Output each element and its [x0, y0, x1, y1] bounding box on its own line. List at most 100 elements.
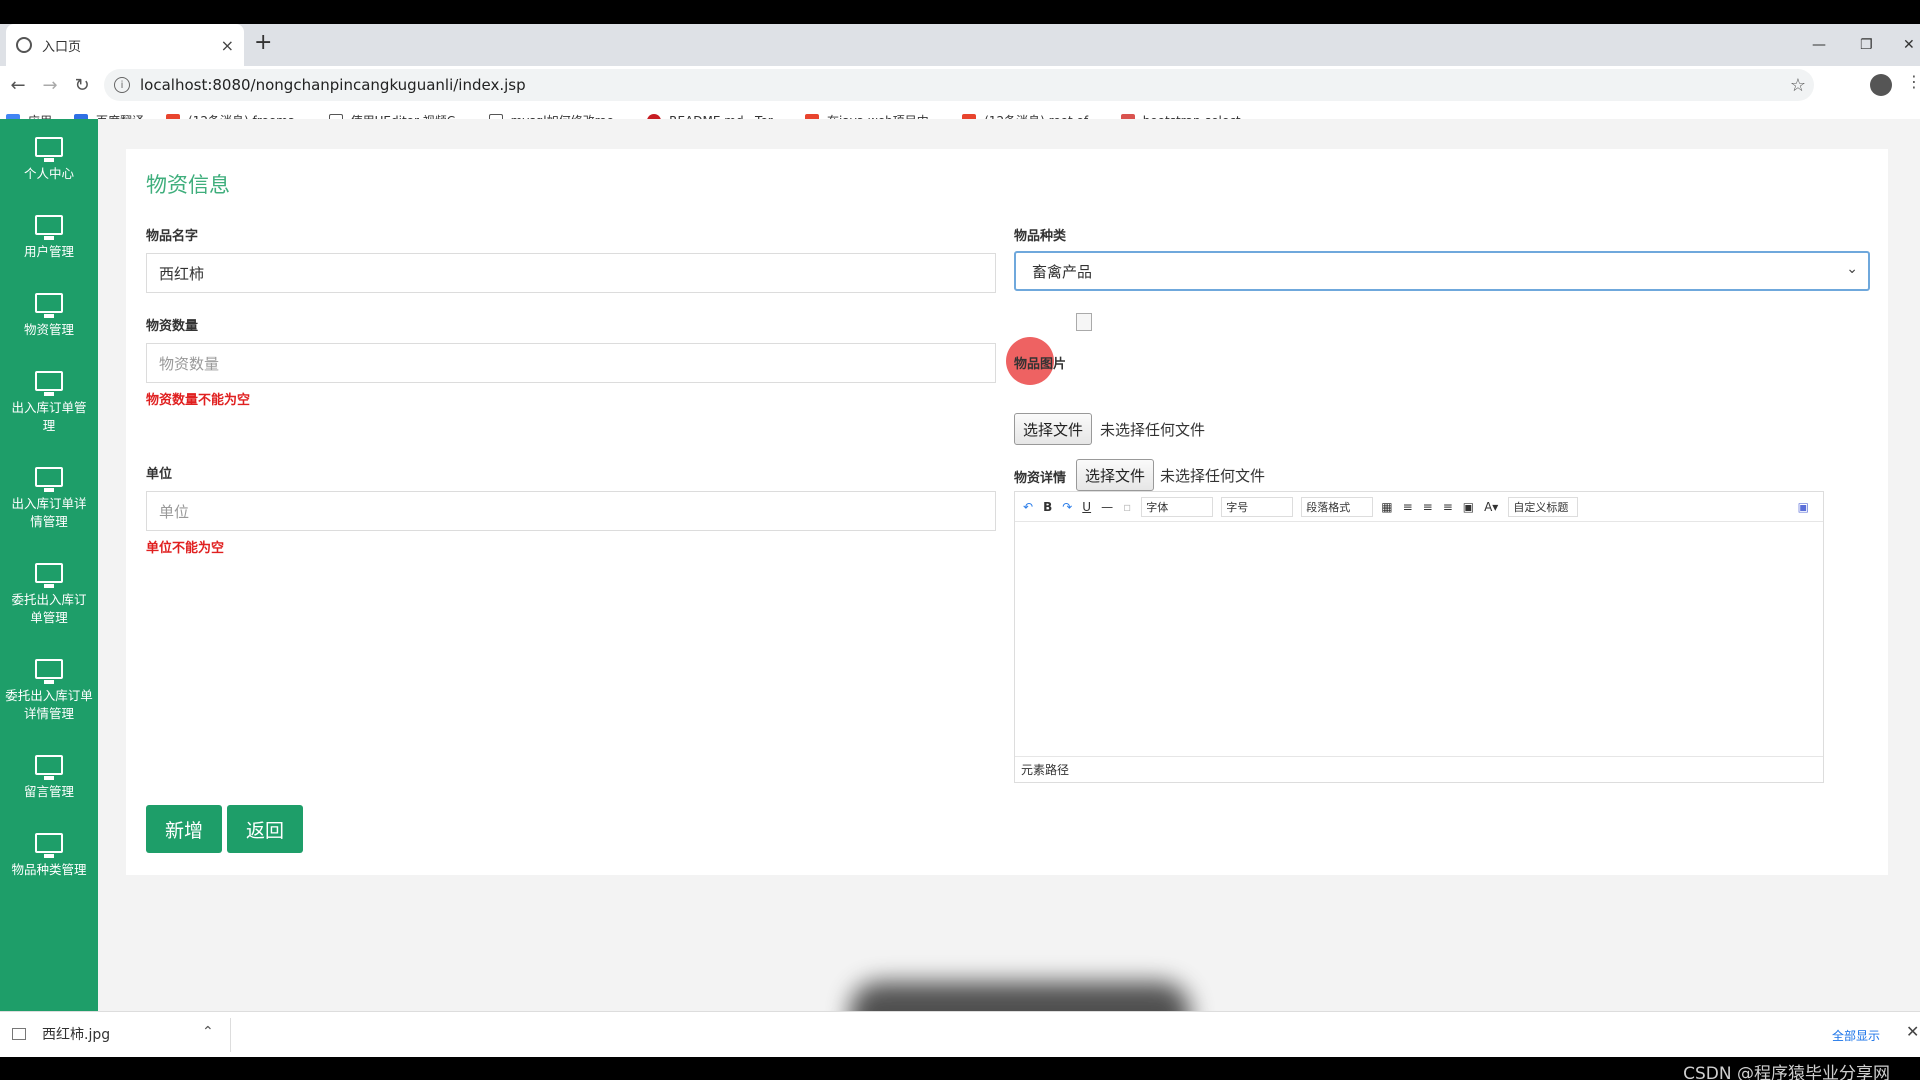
forward-arrow-icon[interactable]: → — [36, 75, 64, 96]
minimize-icon[interactable]: — — [1812, 24, 1826, 66]
image-file-button[interactable]: 选择文件 — [1014, 413, 1093, 445]
form-panel: 物资信息 物品名字 西红柿 物资数量 物资数量 物资数量不能为空 单位 单位 单… — [126, 149, 1888, 875]
globe-icon — [16, 37, 32, 53]
bookmark-star-icon[interactable]: ☆ — [1790, 75, 1806, 96]
download-file-name: 西红柿.jpg — [42, 1027, 111, 1043]
close-tab-icon[interactable]: × — [221, 36, 234, 55]
monitor-icon — [35, 293, 63, 318]
app-area: 个人中心 用户管理 物资管理 出入库订单管理 出入库订单详情管理 委托出入库订单… — [0, 119, 1920, 1011]
table-icon[interactable]: ▦ — [1381, 500, 1392, 514]
name-input[interactable]: 西红柿 — [146, 253, 996, 293]
sidebar-item-categories[interactable]: 物品种类管理 — [0, 833, 98, 879]
monitor-icon — [35, 755, 63, 780]
back-button[interactable]: 返回 — [227, 805, 303, 853]
sidebar: 个人中心 用户管理 物资管理 出入库订单管理 出入库订单详情管理 委托出入库订单… — [0, 119, 98, 1011]
sidebar-item-entrusted-orders[interactable]: 委托出入库订单管理 — [0, 563, 98, 627]
sidebar-item-label: 留言管理 — [23, 784, 74, 799]
monitor-icon — [35, 137, 63, 162]
chevron-down-icon: ⌄ — [1846, 261, 1858, 277]
font-family-select[interactable]: 字体 — [1141, 496, 1214, 517]
sidebar-item-material-management[interactable]: 物资管理 — [0, 293, 98, 339]
sidebar-item-personal-center[interactable]: 个人中心 — [0, 137, 98, 183]
show-all-downloads-link[interactable]: 全部显示 — [1832, 1027, 1880, 1044]
align-right-icon[interactable]: ≡ — [1423, 500, 1433, 514]
sidebar-item-label: 物品种类管理 — [11, 862, 87, 877]
sidebar-item-label: 用户管理 — [23, 244, 74, 259]
browser-tab[interactable]: 入口页 × — [6, 24, 244, 66]
align-left-icon[interactable]: ≡ — [1403, 500, 1413, 514]
sidebar-item-label: 委托出入库订单详情管理 — [5, 688, 93, 721]
restore-icon[interactable]: ❐ — [1860, 24, 1873, 66]
close-window-icon[interactable]: ✕ — [1903, 24, 1915, 66]
sidebar-item-label: 出入库订单管理 — [11, 400, 87, 433]
sidebar-item-label: 个人中心 — [23, 166, 74, 181]
category-select[interactable]: 畜禽产品 ⌄ — [1014, 251, 1870, 291]
unit-label: 单位 — [146, 467, 173, 482]
sidebar-item-label: 委托出入库订单管理 — [11, 592, 87, 625]
undo-icon[interactable]: ↶ — [1023, 500, 1033, 514]
horizontal-rule-icon[interactable]: — — [1101, 500, 1113, 514]
font-color-icon[interactable]: A▾ — [1484, 500, 1498, 514]
monitor-icon — [35, 467, 63, 492]
monitor-icon — [35, 563, 63, 588]
image-file-status: 未选择任何文件 — [1100, 421, 1206, 439]
align-justify-icon[interactable]: ≡ — [1443, 500, 1453, 514]
category-selected-value: 畜禽产品 — [1032, 262, 1093, 281]
custom-title-select[interactable]: 自定义标题 — [1508, 496, 1579, 517]
unit-error: 单位不能为空 — [146, 541, 225, 556]
image-label: 物品图片 — [1014, 357, 1067, 372]
sidebar-item-user-management[interactable]: 用户管理 — [0, 215, 98, 261]
new-tab-icon[interactable]: + — [254, 30, 272, 55]
page-title: 物资信息 — [146, 173, 230, 197]
unit-input[interactable]: 单位 — [146, 491, 996, 531]
download-shelf: 西红柿.jpg ⌃ 全部显示 ✕ — [0, 1011, 1920, 1057]
category-label: 物品种类 — [1014, 229, 1067, 244]
download-item[interactable]: 西红柿.jpg — [12, 1024, 110, 1044]
eraser-icon[interactable]: ▫ — [1123, 500, 1131, 514]
add-button[interactable]: 新增 — [146, 805, 222, 853]
sidebar-item-label: 出入库订单详情管理 — [11, 496, 87, 529]
info-icon[interactable]: i — [114, 77, 130, 93]
image-file-icon — [12, 1028, 26, 1040]
sidebar-item-label: 物资管理 — [23, 322, 74, 337]
sidebar-item-stock-order-details[interactable]: 出入库订单详情管理 — [0, 467, 98, 531]
broken-image-icon — [1076, 313, 1092, 331]
image-insert-icon[interactable]: ▣ — [1463, 500, 1474, 514]
rich-text-editor: ↶ B ↷ U — ▫ 字体 字号 段落格式 ▦ ≡ ≡ ≡ ▣ A▾ 自定义标… — [1014, 491, 1824, 783]
bold-icon[interactable]: B — [1043, 500, 1052, 514]
editor-toolbar: ↶ B ↷ U — ▫ 字体 字号 段落格式 ▦ ≡ ≡ ≡ ▣ A▾ 自定义标… — [1015, 492, 1823, 522]
reload-icon[interactable]: ↻ — [68, 75, 96, 96]
detail-file-button[interactable]: 选择文件 — [1076, 459, 1155, 491]
editor-status-bar: 元素路径 — [1015, 756, 1823, 782]
tab-title: 入口页 — [42, 39, 82, 55]
name-label: 物品名字 — [146, 229, 199, 244]
back-arrow-icon[interactable]: ← — [4, 75, 32, 96]
chevron-up-icon[interactable]: ⌃ — [202, 1024, 214, 1040]
quantity-label: 物资数量 — [146, 319, 199, 334]
watermark-text: CSDN @程序猿毕业分享网 — [1683, 1064, 1890, 1080]
screen-bottom-bar: CSDN @程序猿毕业分享网 — [0, 1057, 1920, 1080]
underline-icon[interactable]: U — [1082, 500, 1091, 514]
menu-kebab-icon[interactable]: ⋮ — [1906, 72, 1920, 91]
sidebar-item-messages[interactable]: 留言管理 — [0, 755, 98, 801]
monitor-icon — [35, 215, 63, 240]
address-bar[interactable]: i localhost:8080/nongchanpincangkuguanli… — [104, 69, 1814, 101]
tab-strip: 入口页 × + — ❐ ✕ — [0, 24, 1920, 66]
shelf-divider — [230, 1018, 231, 1052]
monitor-icon — [35, 371, 63, 396]
browser-navbar: ← → ↻ i localhost:8080/nongchanpincangku… — [0, 66, 1920, 104]
quantity-input[interactable]: 物资数量 — [146, 343, 996, 383]
monitor-icon — [35, 833, 63, 858]
font-size-select[interactable]: 字号 — [1221, 496, 1294, 517]
detail-label: 物资详情 — [1014, 471, 1067, 486]
detail-file-status: 未选择任何文件 — [1160, 467, 1266, 485]
close-icon[interactable]: ✕ — [1906, 1022, 1919, 1041]
profile-avatar-icon[interactable] — [1870, 74, 1892, 96]
fullscreen-icon[interactable]: ▣ — [1798, 500, 1809, 514]
redo-icon[interactable]: ↷ — [1062, 500, 1072, 514]
sidebar-item-entrusted-order-details[interactable]: 委托出入库订单详情管理 — [0, 659, 98, 723]
url-text: localhost:8080/nongchanpincangkuguanli/i… — [140, 76, 526, 94]
sidebar-item-stock-orders[interactable]: 出入库订单管理 — [0, 371, 98, 435]
paragraph-format-select[interactable]: 段落格式 — [1301, 496, 1374, 517]
editor-content-area[interactable] — [1015, 522, 1823, 756]
